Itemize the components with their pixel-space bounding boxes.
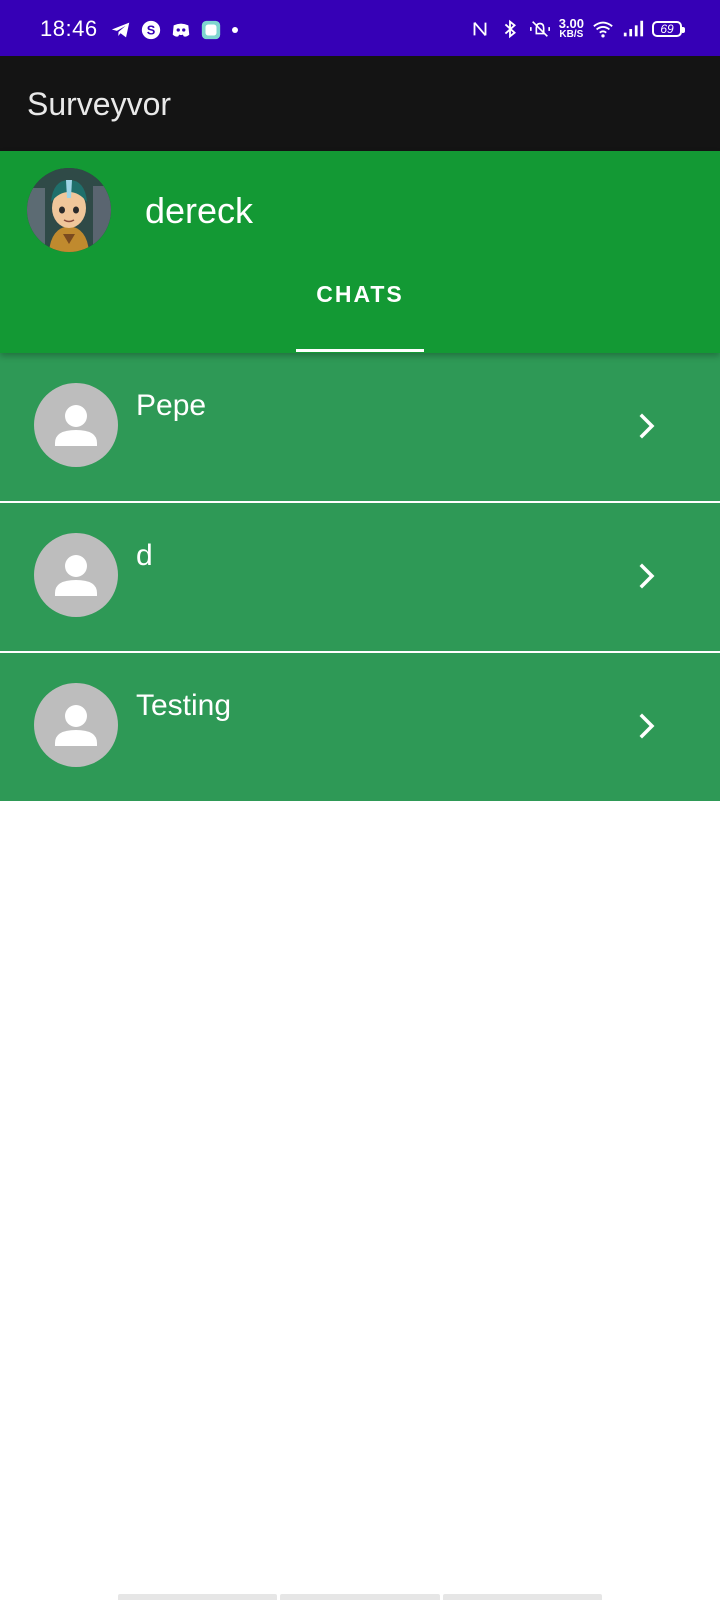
vibrate-icon	[529, 21, 550, 37]
chevron-right-icon	[639, 413, 655, 439]
network-speed: 3.00 KB/S	[558, 16, 584, 40]
chevron-right-icon	[639, 563, 655, 589]
chevron-right-icon	[639, 713, 655, 739]
discord-icon	[172, 23, 190, 37]
app-screen: 18:46 S 3.00 KB/S 69 Surveyvor dereck CH…	[0, 0, 720, 1600]
tab-chats-label: CHATS	[316, 281, 404, 307]
network-speed-unit: KB/S	[559, 29, 584, 40]
chat-list-item[interactable]: Testing	[0, 653, 720, 801]
signal-icon	[623, 20, 644, 37]
gesture-nav-bar[interactable]	[118, 1594, 602, 1600]
status-notification-icons: S	[110, 18, 240, 42]
person-placeholder-icon	[55, 405, 97, 446]
tab-indicator	[296, 349, 424, 352]
chat-avatar	[34, 383, 118, 467]
network-speed-value: 3.00	[558, 16, 584, 31]
profile-name: dereck	[145, 190, 254, 231]
profile-avatar-image	[27, 168, 111, 252]
person-placeholder-icon	[55, 555, 97, 596]
nav-segment	[280, 1594, 440, 1600]
app-bar: Surveyvor	[0, 56, 720, 151]
profile-header: dereck CHATS	[0, 151, 720, 353]
dot-icon	[232, 27, 238, 33]
chat-list-item[interactable]: Pepe	[0, 353, 720, 501]
status-system-icons: 3.00 KB/S 69	[469, 16, 685, 42]
bluetooth-icon	[504, 19, 516, 39]
status-time: 18:46	[40, 16, 98, 41]
tab-chats[interactable]: CHATS	[296, 281, 424, 353]
app-title: Surveyvor	[27, 86, 172, 122]
app-notification-icon	[201, 20, 221, 40]
chat-list-item[interactable]: d	[0, 503, 720, 651]
chat-name: Testing	[136, 689, 232, 722]
status-bar: 18:46 S 3.00 KB/S 69	[0, 0, 720, 56]
telegram-icon	[111, 22, 130, 38]
skype-icon: S	[141, 20, 161, 40]
chat-avatar	[34, 683, 118, 767]
battery-level: 69	[660, 22, 674, 36]
profile-avatar[interactable]	[27, 168, 111, 252]
nav-segment	[442, 1594, 602, 1600]
chat-avatar	[34, 533, 118, 617]
battery-icon: 69	[652, 21, 685, 37]
chat-name: d	[136, 539, 153, 572]
nav-segment	[118, 1594, 278, 1600]
svg-text:S: S	[147, 23, 156, 38]
chat-list: Pepe d Testing	[0, 353, 720, 801]
person-placeholder-icon	[55, 705, 97, 746]
wifi-icon	[593, 21, 613, 38]
chat-name: Pepe	[136, 389, 207, 422]
nfc-icon	[473, 21, 487, 37]
